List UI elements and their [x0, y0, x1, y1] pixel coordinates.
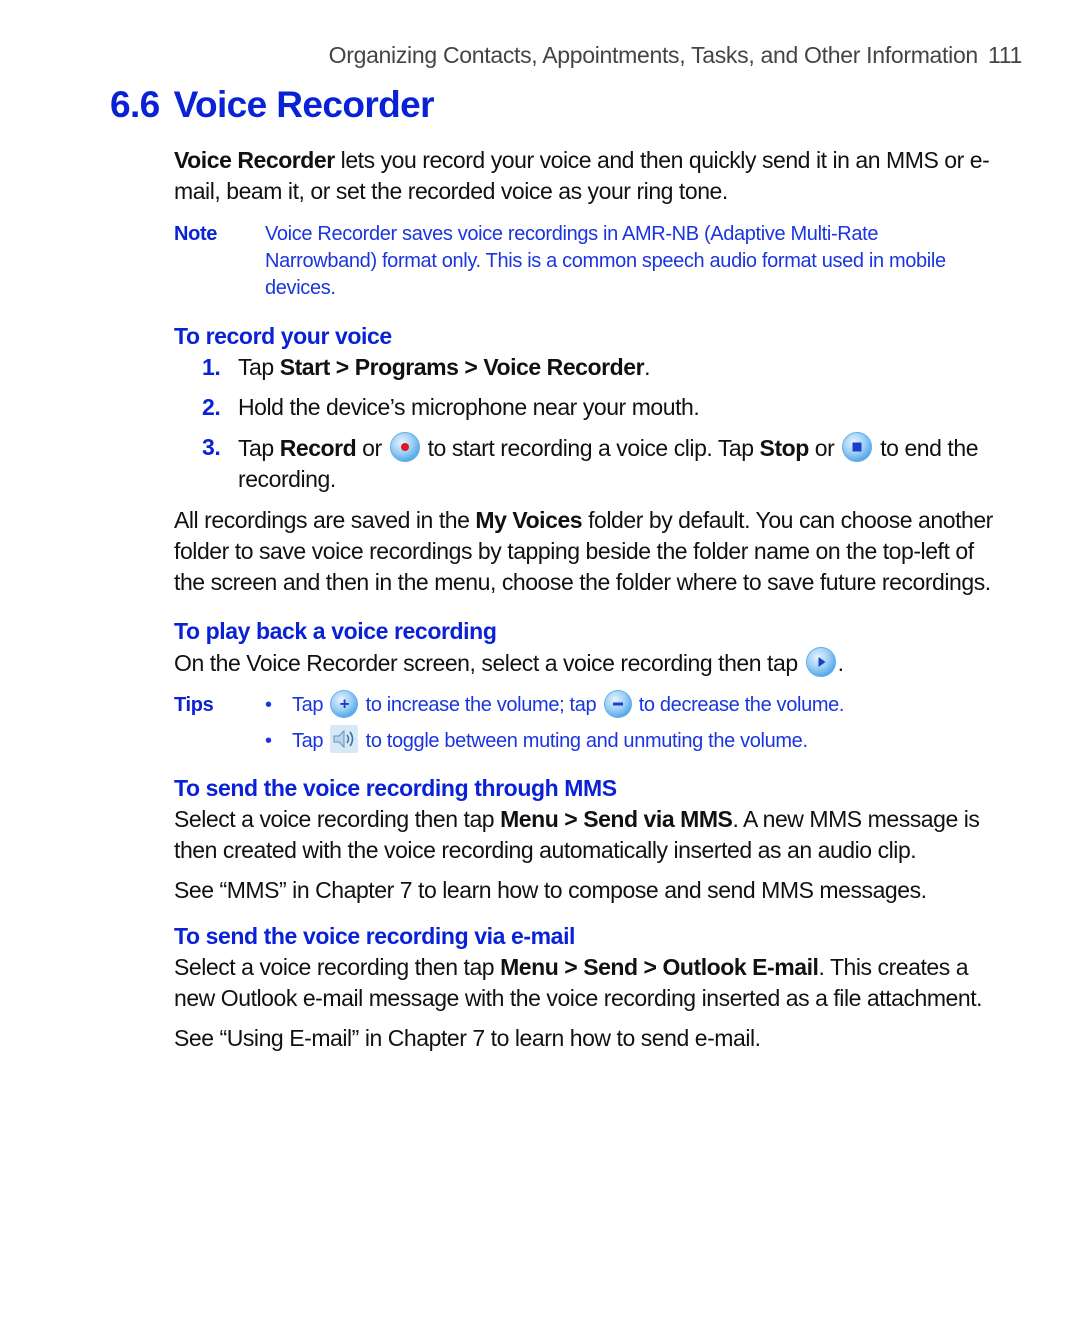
folder-paragraph: All recordings are saved in the My Voice… — [174, 505, 994, 598]
email-see-also: See “Using E-mail” in Chapter 7 to learn… — [174, 1025, 761, 1051]
note-box: Note Voice Recorder saves voice recordin… — [174, 221, 994, 302]
running-header: Organizing Contacts, Appointments, Tasks… — [328, 42, 1023, 69]
section-title: 6.6 Voice Recorder — [110, 84, 435, 126]
record-steps: 1. Tap Start > Programs > Voice Recorder… — [174, 352, 994, 495]
email-text: Select a voice recording then tap — [174, 954, 501, 980]
step-path-bold: Start > Programs > Voice Recorder — [279, 354, 645, 380]
playback-paragraph: On the Voice Recorder screen, select a v… — [174, 647, 994, 679]
step-text: Tap — [238, 435, 280, 461]
step-text: to start recording a voice clip. Tap — [421, 435, 760, 461]
step-number: 2. — [202, 394, 221, 420]
step-item: 1. Tap Start > Programs > Voice Recorder… — [174, 352, 994, 383]
tip-text: to increase the volume; tap — [360, 694, 602, 716]
step-number: 3. — [202, 434, 221, 460]
mms-menu-path-bold: Menu > Send via MMS — [500, 806, 733, 832]
mms-see-also: See “MMS” in Chapter 7 to learn how to c… — [174, 877, 927, 903]
folder-text: All recordings are saved in the — [174, 507, 476, 533]
tip-text: to decrease the volume. — [633, 694, 845, 716]
step-text: . — [644, 354, 651, 380]
note-label: Note — [174, 223, 218, 245]
volume-up-icon: + — [330, 690, 359, 718]
play-icon — [805, 647, 836, 677]
tips-box: Tips • Tap + to increase the volume; tap… — [174, 687, 994, 759]
my-voices-bold: My Voices — [475, 507, 583, 533]
step-text: or — [356, 435, 388, 461]
email-paragraph: Select a voice recording then tap Menu >… — [174, 952, 994, 1014]
playback-text: . — [837, 650, 844, 676]
chapter-title: Organizing Contacts, Appointments, Tasks… — [328, 42, 979, 68]
page-content: Voice Recorder lets you record your voic… — [174, 145, 994, 1054]
heading-send-mms: To send the voice recording through MMS — [174, 775, 617, 801]
step-item: 2. Hold the device’s microphone near you… — [174, 392, 994, 423]
record-icon — [389, 432, 420, 462]
tip-item: • Tap + to increase the volume; tap to d… — [265, 687, 844, 723]
tips-label: Tips — [174, 694, 214, 716]
intro-paragraph: Voice Recorder lets you record your voic… — [174, 145, 994, 207]
note-text: Voice Recorder saves voice recordings in… — [265, 223, 946, 299]
step-text: or — [808, 435, 841, 461]
volume-down-icon — [603, 690, 632, 718]
heading-play-back: To play back a voice recording — [174, 618, 497, 644]
step-number: 1. — [202, 354, 221, 380]
heading-send-email: To send the voice recording via e-mail — [174, 923, 576, 949]
stop-icon — [842, 432, 873, 462]
tip-text: to toggle between muting and unmuting th… — [360, 730, 808, 752]
tips-list: • Tap + to increase the volume; tap to d… — [265, 687, 844, 759]
bullet: • — [265, 694, 272, 716]
tip-text: Tap — [292, 694, 329, 716]
speaker-mute-toggle-icon — [330, 725, 359, 753]
stop-label-bold: Stop — [759, 435, 810, 461]
bullet: • — [265, 730, 272, 752]
heading-record-voice: To record your voice — [174, 323, 392, 349]
tip-text: Tap — [292, 730, 329, 752]
record-label-bold: Record — [279, 435, 357, 461]
intro-bold: Voice Recorder — [174, 147, 335, 173]
step-text: Tap — [238, 354, 280, 380]
section-number: 6.6 — [110, 84, 160, 125]
step-item: 3. Tap Record or to start recording a vo… — [174, 432, 994, 495]
tip-item: • Tap to toggle between muting and unmut… — [265, 723, 844, 759]
email-menu-path-bold: Menu > Send > Outlook E-mail — [500, 954, 819, 980]
playback-text: On the Voice Recorder screen, select a v… — [174, 650, 804, 676]
step-text: Hold the device’s microphone near your m… — [238, 394, 700, 420]
mms-paragraph: Select a voice recording then tap Menu >… — [174, 804, 994, 866]
mms-text: Select a voice recording then tap — [174, 806, 501, 832]
page-number: 111 — [987, 42, 1022, 68]
section-title-text: Voice Recorder — [173, 84, 435, 125]
